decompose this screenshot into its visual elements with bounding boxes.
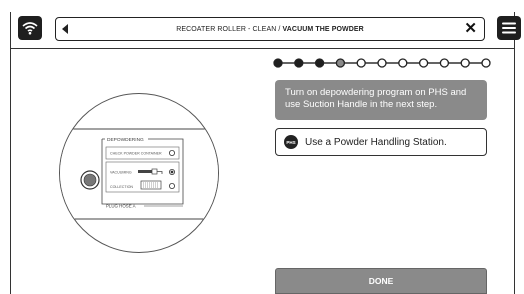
progress-step-9 [439, 58, 450, 68]
plug-hose-label: PLUG HOSE A [106, 204, 136, 209]
title-bar: RECOATER ROLLER - CLEAN / VACUUM THE POW… [55, 17, 485, 41]
wifi-button[interactable] [18, 16, 42, 40]
progress-step-2 [294, 58, 304, 68]
progress-step-7 [398, 58, 408, 68]
progress-step-4 [335, 58, 346, 68]
hamburger-icon [502, 22, 516, 34]
depowdering-label: DEPOWDERING [107, 137, 144, 143]
depowdering-panel-illustration: DEPOWDERING CHECK POWDER CONTAINER VACUU… [59, 93, 219, 253]
wifi-icon [22, 22, 38, 35]
progress-step-3 [314, 58, 325, 68]
progress-step-11 [481, 58, 491, 68]
done-button[interactable]: DONE [275, 268, 487, 294]
progress-step-6 [377, 58, 387, 68]
phs-badge-icon: PHS [284, 135, 298, 149]
progress-step-8 [418, 58, 429, 68]
instruction-panel: Turn on depowdering program on PHS and u… [275, 80, 487, 120]
tip-text: Use a Powder Handling Station. [305, 136, 447, 148]
menu-button[interactable] [497, 16, 521, 40]
progress-step-5 [356, 58, 366, 68]
back-arrow-icon[interactable] [62, 24, 68, 34]
row-check-powder-label: CHECK POWDER CONTAINER [110, 152, 162, 156]
header-divider [10, 48, 515, 49]
progress-step-1 [273, 58, 283, 68]
collection-container-icon [140, 180, 162, 190]
progress-step-10 [460, 58, 470, 68]
progress-stepper [273, 58, 491, 68]
row-vacuuming-label: VACUUMING [110, 171, 132, 175]
phs-tip: PHS Use a Powder Handling Station. [275, 128, 487, 156]
page-title: RECOATER ROLLER - CLEAN / VACUUM THE POW… [176, 25, 364, 33]
row-collection-label: COLLECTION [110, 185, 133, 189]
close-icon[interactable]: ✕ [464, 21, 477, 37]
